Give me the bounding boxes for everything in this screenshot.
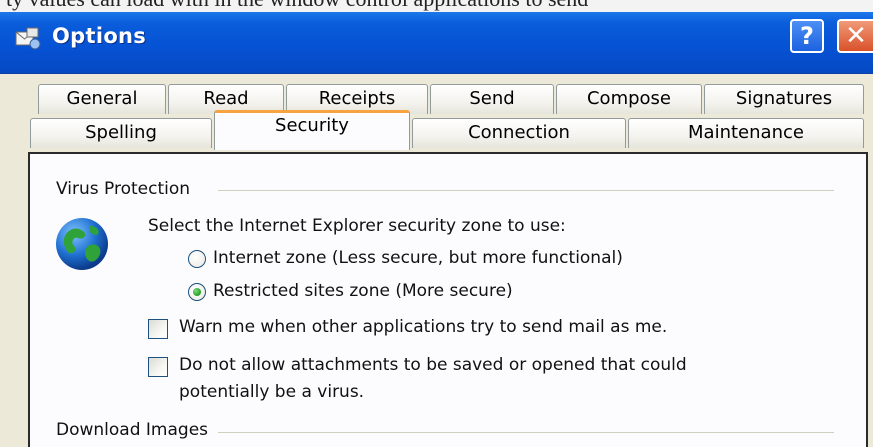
tab-security[interactable]: Security <box>214 110 410 150</box>
title-bar[interactable]: Options ? ✕ <box>0 12 873 74</box>
internet-zone-radio[interactable] <box>188 250 206 268</box>
warn-send-mail-checkbox[interactable] <box>148 319 168 339</box>
close-button[interactable]: ✕ <box>837 19 873 53</box>
tab-signatures[interactable]: Signatures <box>704 84 864 114</box>
radio-selected-dot <box>193 288 201 296</box>
tab-connection[interactable]: Connection <box>412 118 626 148</box>
virus-protection-label: Virus Protection <box>56 179 197 199</box>
restricted-zone-radio[interactable] <box>188 283 206 301</box>
block-attachments-label-line2[interactable]: potentially be a virus. <box>179 382 364 402</box>
block-attachments-label-line1[interactable]: Do not allow attachments to be saved or … <box>179 355 687 375</box>
tab-compose[interactable]: Compose <box>556 84 702 114</box>
options-window: ty values can load with in the window co… <box>0 0 873 447</box>
tab-maintenance[interactable]: Maintenance <box>628 118 864 148</box>
download-images-label: Download Images <box>56 420 215 440</box>
tab-general[interactable]: General <box>38 84 166 114</box>
block-attachments-checkbox[interactable] <box>148 357 168 377</box>
restricted-zone-label[interactable]: Restricted sites zone (More secure) <box>213 281 513 301</box>
virus-protection-divider <box>218 190 834 191</box>
background-text: ty values can load with in the window co… <box>6 0 588 12</box>
zone-prompt: Select the Internet Explorer security zo… <box>148 216 566 236</box>
warn-send-mail-label[interactable]: Warn me when other applications try to s… <box>179 317 667 337</box>
help-button[interactable]: ? <box>790 19 824 53</box>
mail-options-icon <box>15 27 41 50</box>
download-images-divider <box>218 432 834 433</box>
tab-spelling[interactable]: Spelling <box>30 118 212 148</box>
globe-icon <box>56 218 108 270</box>
window-title: Options <box>52 24 147 48</box>
internet-zone-label[interactable]: Internet zone (Less secure, but more fun… <box>213 248 623 268</box>
tab-send[interactable]: Send <box>430 84 554 114</box>
